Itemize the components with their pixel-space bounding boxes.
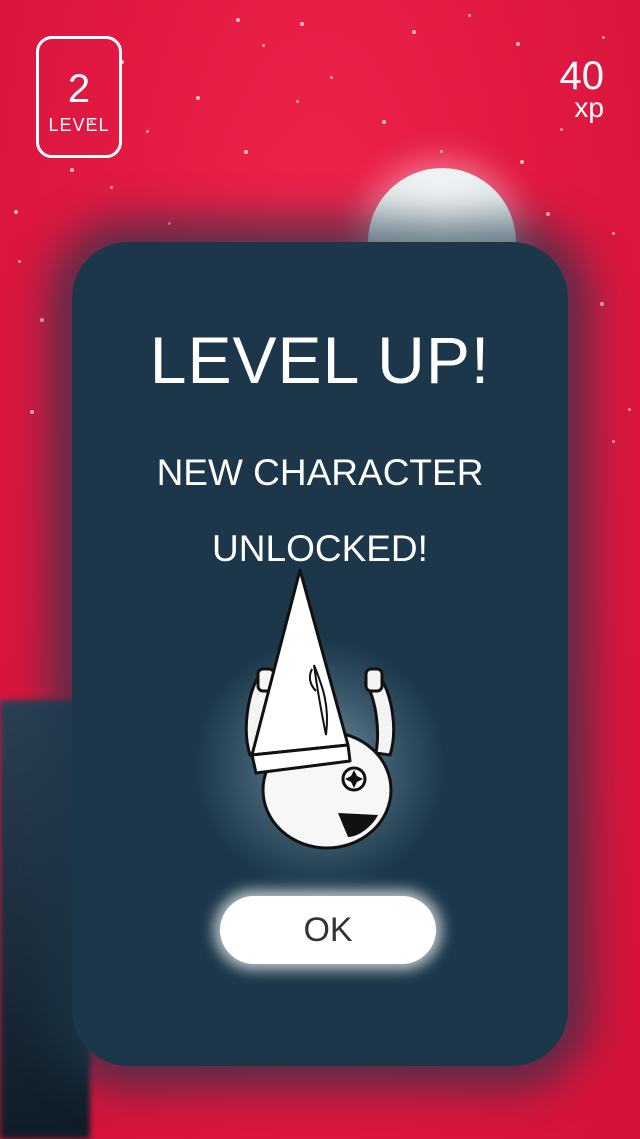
xp-value: 40 [559,54,605,98]
xp-unit: xp [574,92,604,123]
dialog-subtitle-line2: UNLOCKED! [212,528,428,569]
dialog-title: LEVEL UP! [149,323,491,397]
xp-counter: 40 xp [560,56,605,122]
level-label: LEVEL [48,115,110,135]
wizard-hat-character-icon [244,568,396,850]
level-number: 2 [67,67,91,111]
dialog-subtitle-line1: NEW CHARACTER [156,452,484,493]
ok-button[interactable]: OK [220,896,436,964]
level-indicator: 2 LEVEL [36,36,122,158]
